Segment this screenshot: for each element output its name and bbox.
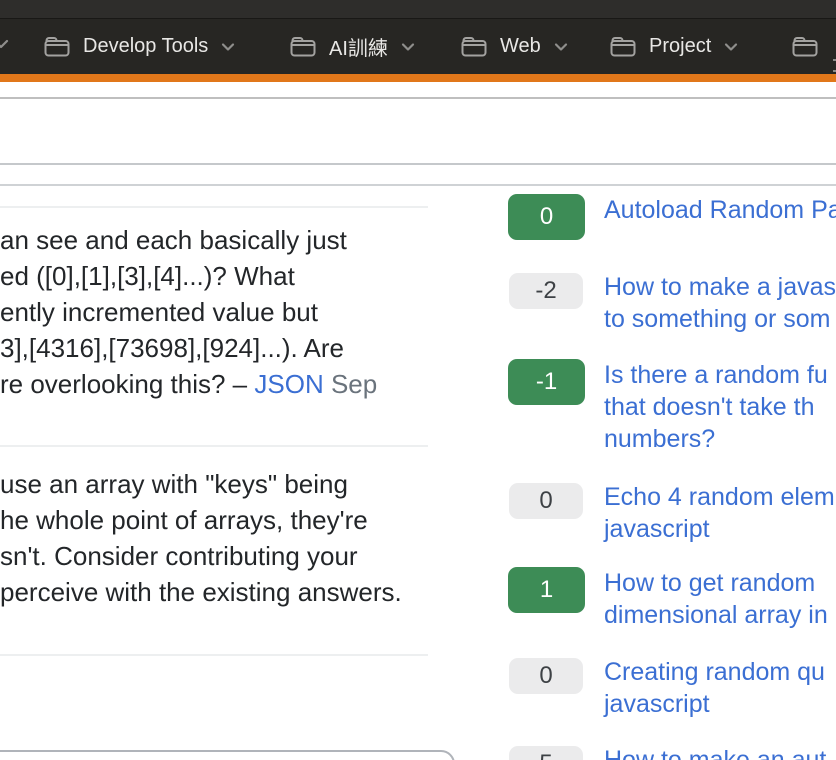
score-badge: 0 — [509, 483, 583, 519]
bookmark-label: Project — [649, 35, 711, 58]
comment-text-line: he whole point of arrays, they're — [0, 502, 430, 538]
bookmark-folder-develop-tools[interactable]: Develop Tools — [44, 19, 235, 74]
related-question-link[interactable]: Autoload Random Pa — [604, 194, 836, 226]
folder-icon — [44, 35, 70, 58]
comment-input-box[interactable] — [0, 750, 455, 760]
comment: use an array with "keys" being he whole … — [0, 466, 430, 610]
comment-text-line: 3],[4316],[73698],[924]...). Are — [0, 330, 430, 366]
related-question-link[interactable]: Is there a random fu that doesn't take t… — [604, 359, 836, 455]
comment-separator — [0, 445, 428, 447]
question-title-line: that doesn't take th — [604, 391, 836, 423]
score-badge: -2 — [509, 273, 583, 309]
comment-separator — [0, 206, 428, 208]
question-title-line: to something or som — [604, 303, 836, 335]
browser-window: Develop Tools AI訓練 Web — [0, 0, 836, 760]
comment-text-line: use an array with "keys" being — [0, 466, 430, 502]
comment-text-line: perceive with the existing answers. — [0, 574, 430, 610]
score-badge-accepted: 1 — [508, 567, 585, 613]
tab-strip — [0, 0, 836, 18]
comment-text-line: ed ([0],[1],[3],[4]...)? What — [0, 258, 430, 294]
comment-text-line: sn't. Consider contributing your — [0, 538, 430, 574]
page-divider-secondary — [0, 184, 836, 186]
chevron-down-icon — [724, 42, 738, 52]
bookmark-folder-clipped[interactable] — [792, 19, 818, 74]
page-divider-top — [0, 163, 836, 165]
theme-accent-bar — [0, 74, 836, 82]
related-question-link[interactable]: Creating random qu javascript — [604, 656, 836, 720]
score-badge-accepted: 0 — [508, 194, 585, 240]
related-question-link[interactable]: How to get random dimensional array in — [604, 567, 836, 631]
comment-date: Sep — [324, 369, 378, 399]
comment-text-line: ently incremented value but — [0, 294, 430, 330]
related-question-link[interactable]: How to make an aut — [604, 744, 836, 760]
bookmark-label: Develop Tools — [83, 35, 208, 58]
bookmark-folder-ai-training[interactable]: AI訓練 — [290, 19, 415, 74]
score-badge: 0 — [509, 658, 583, 694]
question-title-line: How to make a javas — [604, 271, 836, 303]
chevron-down-icon — [0, 37, 9, 55]
question-title-line: How to make an aut — [604, 744, 836, 760]
question-title-line: javascript — [604, 688, 836, 720]
question-title-line: Autoload Random Pa — [604, 194, 836, 226]
score-badge: 5 — [509, 746, 583, 760]
question-title-line: javascript — [604, 513, 836, 545]
related-question-link[interactable]: How to make a javas to something or som — [604, 271, 836, 335]
folder-icon — [290, 35, 316, 58]
chevron-down-icon — [221, 42, 235, 52]
folder-icon — [610, 35, 636, 58]
question-title-line: Echo 4 random elem — [604, 481, 836, 513]
comment-text-line: re overlooking this? – JSON Sep — [0, 366, 430, 402]
question-title-line: Is there a random fu — [604, 359, 836, 391]
comment: an see and each basically just ed ([0],[… — [0, 222, 430, 402]
folder-icon — [461, 35, 487, 58]
bookmark-folder-project[interactable]: Project — [610, 19, 738, 74]
question-title-line: dimensional array in — [604, 599, 836, 631]
toolbar-bottom-border — [0, 97, 836, 99]
bookmark-label: AI訓練 — [329, 32, 388, 61]
folder-icon — [792, 35, 818, 58]
bookmark-folder-web[interactable]: Web — [461, 19, 568, 74]
comment-text-line: an see and each basically just — [0, 222, 430, 258]
bookmark-label: Web — [500, 35, 541, 58]
question-title-line: How to get random — [604, 567, 836, 599]
comment-text: re overlooking this? – — [0, 369, 254, 399]
related-question-link[interactable]: Echo 4 random elem javascript — [604, 481, 836, 545]
chevron-down-icon — [401, 42, 415, 52]
chevron-down-icon — [554, 42, 568, 52]
bookmarks-bar: Develop Tools AI訓練 Web — [0, 19, 836, 74]
comment-separator — [0, 654, 428, 656]
comment-author-link[interactable]: JSON — [254, 369, 323, 399]
score-badge-accepted: -1 — [508, 359, 585, 405]
question-title-line: numbers? — [604, 423, 836, 455]
question-title-line: Creating random qu — [604, 656, 836, 688]
